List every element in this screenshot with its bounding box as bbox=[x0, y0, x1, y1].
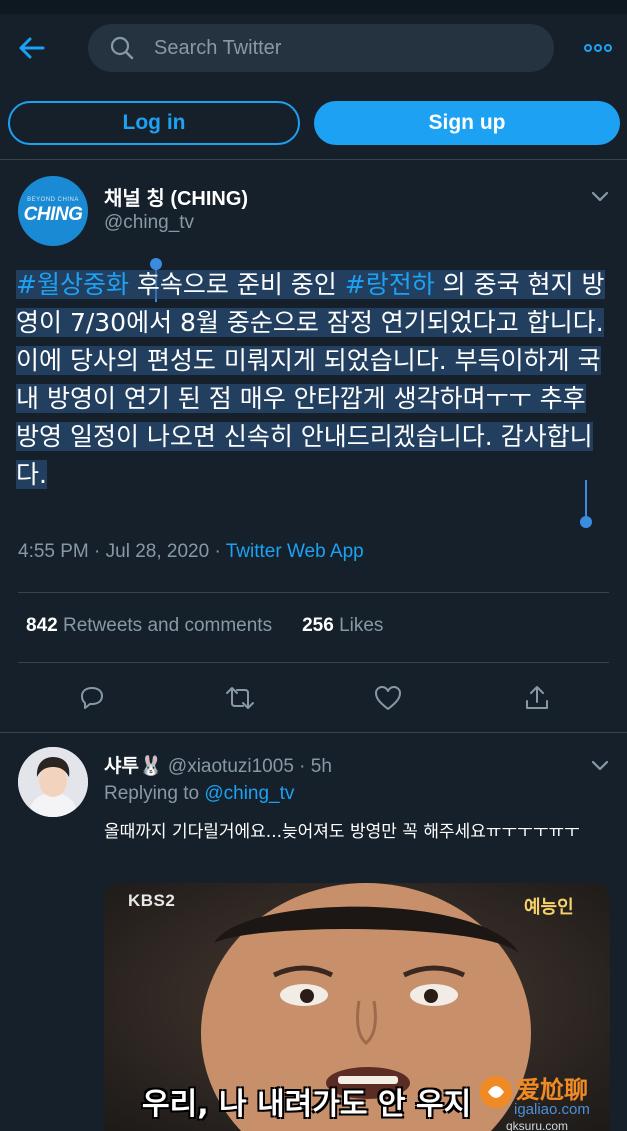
back-button[interactable] bbox=[14, 30, 50, 66]
channel-logo: KBS2 bbox=[128, 891, 176, 910]
tweet-text-part: 후속으로 준비 중인 bbox=[128, 270, 345, 299]
retweets-stat[interactable]: 842 Retweets and comments bbox=[26, 615, 272, 636]
media-subtitle: 우리, 나 내려가도 안 우지 bbox=[142, 1087, 472, 1122]
reply-handle-time: @xiaotuzi1005 · 5h bbox=[162, 756, 332, 777]
tweet-stats: 842 Retweets and comments 256 Likes bbox=[26, 615, 383, 637]
reply-button[interactable] bbox=[76, 682, 108, 714]
chevron-down-icon[interactable] bbox=[588, 753, 612, 777]
retweets-count: 842 bbox=[26, 615, 58, 636]
likes-stat[interactable]: 256 Likes bbox=[302, 615, 383, 636]
divider bbox=[18, 662, 609, 663]
twitter-page: Log in Sign up BEYOND CHINA CHING 채널 칭 (… bbox=[0, 0, 627, 1131]
share-button[interactable] bbox=[521, 682, 553, 714]
selection-cursor-end bbox=[585, 480, 587, 518]
reply-avatar-image bbox=[18, 747, 88, 817]
watermark-logo-icon bbox=[480, 1076, 512, 1108]
hashtag-link[interactable]: #랑전하 bbox=[345, 270, 435, 299]
tweet-source-link[interactable]: Twitter Web App bbox=[226, 541, 364, 562]
retweet-button[interactable] bbox=[224, 682, 256, 714]
search-input[interactable] bbox=[154, 36, 514, 60]
more-icon bbox=[584, 44, 612, 52]
watermark: 爱尬聊 igaliao.com qksuru.com bbox=[474, 1068, 627, 1131]
replying-mention-link[interactable]: @ching_tv bbox=[204, 783, 294, 804]
top-header: Log in Sign up bbox=[0, 0, 627, 160]
tweet-text: #월상중화 후속으로 준비 중인 #랑전하 의 중국 현지 방영이 7/30에서… bbox=[16, 266, 616, 494]
retweets-label: Retweets and comments bbox=[62, 615, 273, 636]
show-logo: 예능인 bbox=[524, 897, 574, 918]
chevron-down-icon[interactable] bbox=[588, 184, 612, 208]
status-strip bbox=[0, 0, 627, 14]
watermark-url: igaliao.com bbox=[514, 1101, 590, 1118]
reply-text: 올때까지 기다릴거에요...늦어져도 방영만 꼭 해주세요ㅠㅜㅜㅜㅠㅜ bbox=[104, 822, 580, 842]
replying-to: Replying to @ching_tv bbox=[104, 783, 294, 805]
reply-icon bbox=[81, 687, 103, 709]
search-bar[interactable] bbox=[88, 24, 554, 72]
reply-header: 샤투🐰 @xiaotuzi1005 · 5h bbox=[104, 751, 332, 778]
likes-count: 256 bbox=[302, 615, 334, 636]
more-options-button[interactable] bbox=[580, 30, 616, 66]
tweet-timestamp: 4:55 PM · Jul 28, 2020 · Twitter Web App bbox=[18, 541, 364, 563]
signup-button[interactable]: Sign up bbox=[314, 101, 620, 145]
tweet-time: 4:55 PM · Jul 28, 2020 · bbox=[18, 541, 226, 562]
back-arrow-icon bbox=[19, 37, 45, 59]
tweet-actions bbox=[0, 682, 627, 718]
reply-avatar[interactable] bbox=[18, 747, 88, 817]
selection-handle-end[interactable] bbox=[580, 516, 592, 528]
author-avatar[interactable]: BEYOND CHINA CHING bbox=[18, 176, 88, 246]
search-icon bbox=[110, 36, 134, 60]
watermark-url-secondary: qksuru.com bbox=[506, 1119, 569, 1131]
login-button[interactable]: Log in bbox=[8, 101, 300, 145]
watermark-title: 爱尬聊 bbox=[516, 1076, 588, 1104]
retweet-icon bbox=[226, 687, 254, 709]
like-button[interactable] bbox=[372, 682, 404, 714]
avatar-logo-small: BEYOND CHINA bbox=[27, 196, 79, 203]
author-handle[interactable]: @ching_tv bbox=[104, 212, 194, 234]
share-icon bbox=[526, 686, 548, 709]
reply-author-name[interactable]: 샤투🐰 bbox=[104, 756, 163, 777]
hashtag-link[interactable]: #월상중화 bbox=[16, 270, 129, 299]
replying-label: Replying to bbox=[104, 783, 205, 804]
divider bbox=[18, 592, 609, 593]
author-name[interactable]: 채널 칭 (CHING) bbox=[104, 182, 248, 211]
avatar-logo: CHING bbox=[23, 203, 83, 225]
tweet-text-part: 의 중국 현지 방영이 7/30에서 8월 중순으로 잠정 연기되었다고 합니다… bbox=[16, 270, 605, 489]
likes-label: Likes bbox=[339, 615, 384, 636]
like-icon bbox=[375, 686, 401, 710]
